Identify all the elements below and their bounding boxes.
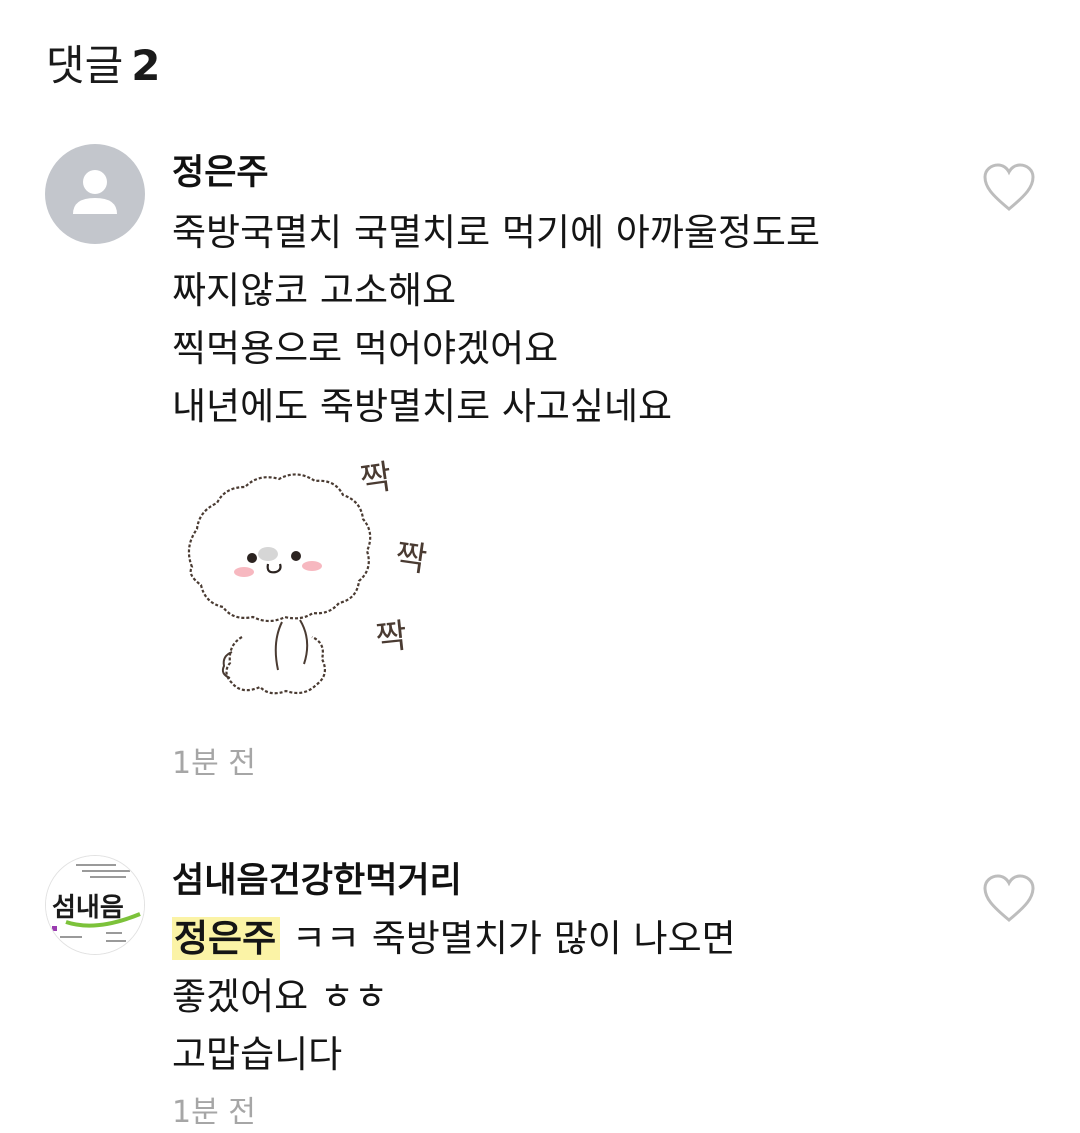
avatar[interactable]: 섬내음 bbox=[45, 855, 145, 955]
sticker-text: 짝 bbox=[374, 616, 409, 659]
like-button[interactable] bbox=[982, 874, 1036, 924]
comment-text: ㅋㅋ 죽방멸치가 많이 나오면 bbox=[291, 917, 736, 960]
logo-text: 섬내음 bbox=[52, 893, 124, 923]
default-user-icon bbox=[73, 170, 117, 214]
heart-outline-icon bbox=[983, 163, 1035, 211]
comment-author[interactable]: 정은주 bbox=[172, 150, 952, 196]
comment-time: 1분 전 bbox=[172, 1095, 256, 1130]
mention-tag[interactable]: 정은주 bbox=[172, 917, 281, 960]
avatar[interactable] bbox=[45, 144, 145, 244]
sticker-text: 짝 bbox=[358, 457, 395, 501]
heart-outline-icon bbox=[983, 874, 1035, 922]
dog-sticker-icon: 짝 짝 짝 bbox=[187, 457, 430, 695]
comment-text-line: 정은주 ㅋㅋ 죽방멸치가 많이 나오면 bbox=[172, 910, 952, 968]
like-button[interactable] bbox=[982, 163, 1036, 213]
sticker-text: 짝 bbox=[393, 536, 430, 580]
comments-count: 2 bbox=[131, 41, 161, 90]
comment-author[interactable]: 섬내음건강한먹거리 bbox=[172, 858, 952, 904]
comment-text-line: 고맙습니다 bbox=[172, 1033, 343, 1076]
comment-time: 1분 전 bbox=[172, 746, 256, 781]
comment-text-line: 찍먹용으로 먹어야겠어요 bbox=[172, 327, 559, 370]
sticker-image: 짝 짝 짝 bbox=[172, 452, 472, 712]
comments-title: 댓글 bbox=[46, 41, 124, 90]
comment-text-line: 죽방국멸치 국멸치로 먹기에 아까울정도로 bbox=[172, 211, 821, 254]
comments-header: 댓글 2 bbox=[46, 38, 161, 94]
shop-logo-icon: 섬내음 bbox=[46, 856, 144, 954]
comment-text-line: 짜지않코 고소해요 bbox=[172, 269, 457, 312]
comment-text-line: 내년에도 죽방멸치로 사고싶네요 bbox=[172, 385, 673, 428]
comment-text-line: 좋겠어요 ㅎㅎ bbox=[172, 975, 389, 1018]
